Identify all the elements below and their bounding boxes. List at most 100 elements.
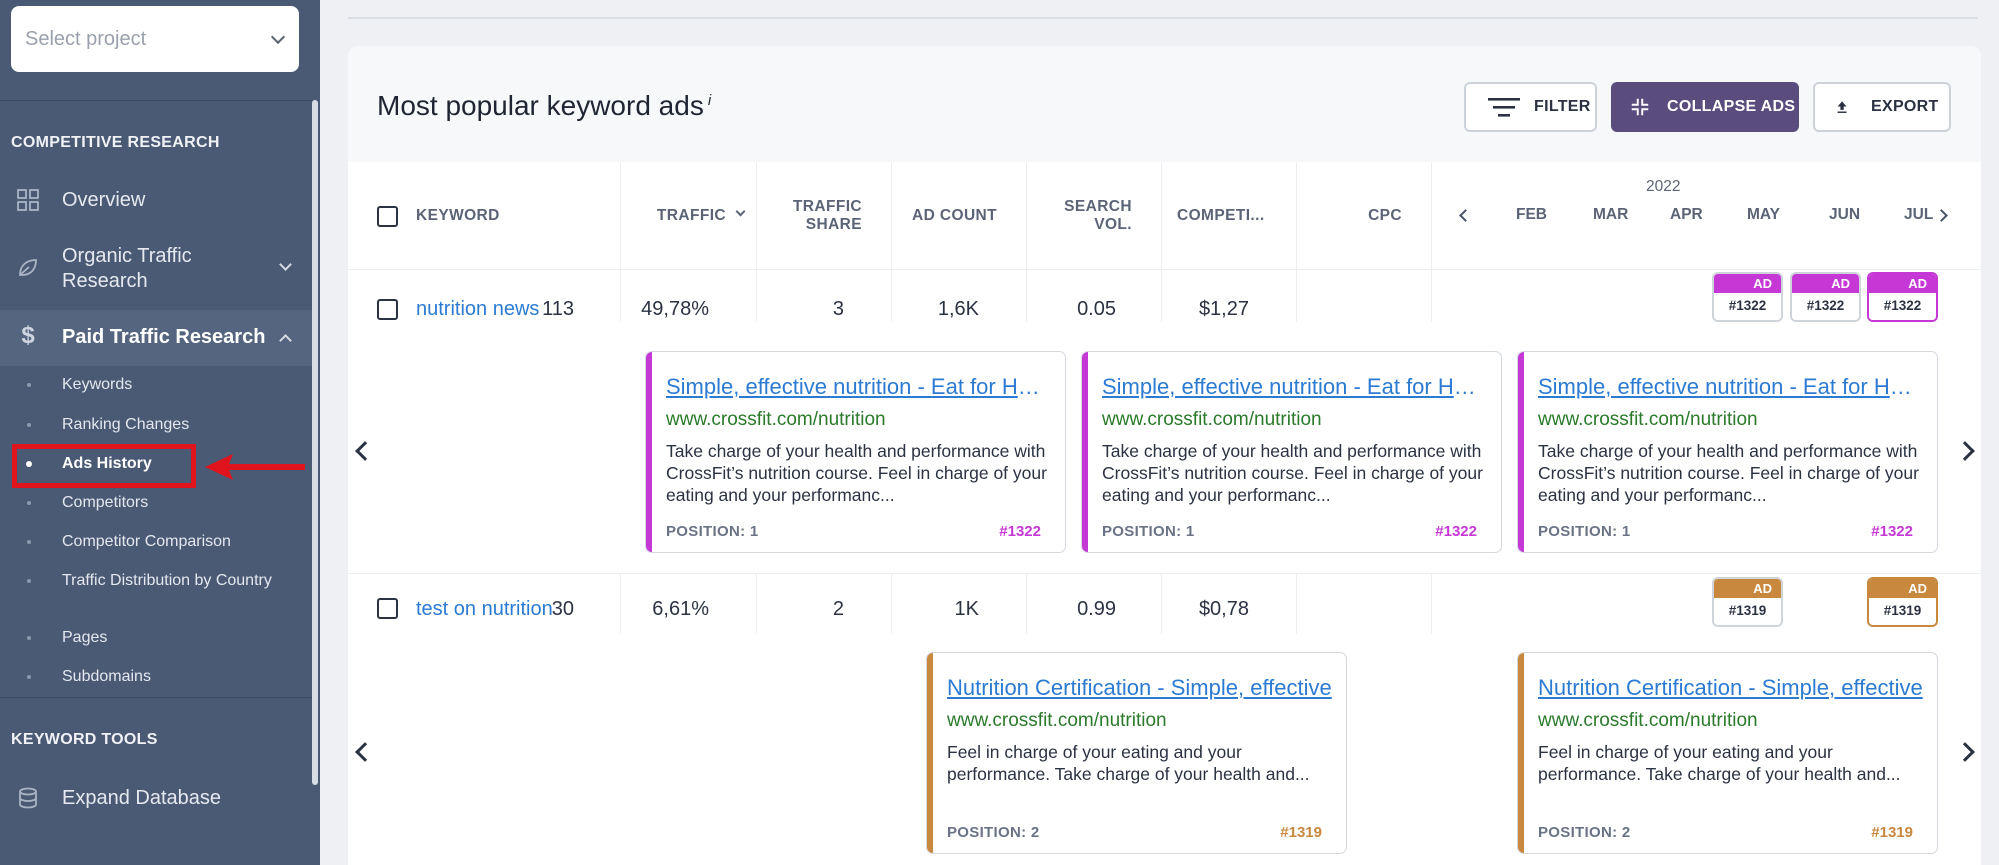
ad-badge-label: AD (1714, 579, 1781, 598)
divider (891, 270, 892, 322)
column-header-timeline (1431, 162, 1981, 270)
ad-card[interactable]: Simple, effective nutrition - Eat for He… (645, 351, 1066, 553)
ad-badge-label: AD (1869, 274, 1936, 293)
sidebar-subitem-label: Competitors (62, 494, 149, 511)
sidebar-item-expand-database[interactable]: Expand Database (0, 780, 312, 816)
sidebar-subitem-competitors[interactable]: Competitors (0, 493, 312, 513)
highlight-box (12, 444, 196, 488)
timeline-month: MAY (1747, 206, 1781, 223)
ad-position: POSITION: 1 (1538, 523, 1631, 540)
export-button[interactable]: EXPORT (1813, 82, 1951, 132)
info-icon[interactable]: i (708, 92, 711, 109)
column-header-cpc[interactable]: CPC (1296, 162, 1431, 270)
ad-title-link[interactable]: Simple, effective nutrition - Eat for He… (1538, 374, 1923, 400)
column-header-competition[interactable]: COMPETI... (1161, 162, 1296, 270)
column-header-traffic[interactable]: TRAFFIC (620, 162, 756, 270)
divider (1026, 574, 1027, 634)
sidebar-subitem-pages[interactable]: Pages (0, 628, 312, 648)
select-all-checkbox[interactable] (377, 206, 398, 227)
ad-title-link[interactable]: Nutrition Certification - Simple, effect… (1538, 675, 1923, 701)
sidebar-subitem-competitor-comparison[interactable]: Competitor Comparison (0, 532, 312, 552)
ad-badge-id: #1322 (1792, 293, 1859, 320)
database-icon (19, 787, 37, 809)
ad-card[interactable]: Nutrition Certification - Simple, effect… (926, 652, 1347, 854)
cpc-value: $1,27 (1198, 298, 1249, 320)
sidebar-item-paid-traffic[interactable]: $ Paid Traffic Research (0, 310, 312, 366)
sidebar-subitem-keywords[interactable]: Keywords (0, 375, 312, 395)
ad-title-link[interactable]: Nutrition Certification - Simple, effect… (947, 675, 1332, 701)
grid-icon (17, 189, 39, 211)
carousel-prev-icon[interactable] (355, 742, 375, 762)
ad-badge-label: AD (1714, 274, 1781, 293)
filter-icon (1488, 98, 1520, 117)
ad-id: #1319 (1280, 824, 1322, 841)
sidebar-item-label: Paid Traffic Research (62, 326, 266, 348)
ad-id: #1319 (1871, 824, 1913, 841)
keyword-link[interactable]: nutrition news (416, 298, 539, 321)
sidebar-scrollbar[interactable] (312, 100, 318, 785)
ad-description: Feel in charge of your eating and your p… (1538, 742, 1901, 784)
carousel-next-icon[interactable] (1955, 742, 1975, 762)
filter-button[interactable]: FILTER (1464, 82, 1597, 132)
page-title: Most popular keyword ads i (377, 90, 711, 122)
ad-card[interactable]: Simple, effective nutrition - Eat for He… (1517, 351, 1938, 553)
ad-badge-selected[interactable]: AD #1322 (1867, 272, 1938, 322)
sidebar-subitem-traffic-distribution[interactable]: Traffic Distribution by Country (0, 571, 312, 609)
divider (756, 270, 757, 322)
ad-badge-id: #1322 (1869, 293, 1936, 320)
bullet-icon (27, 423, 31, 427)
competition-value: 0.05 (1077, 298, 1116, 320)
chevron-down-icon (279, 258, 292, 271)
project-select[interactable]: Select project (11, 6, 299, 72)
ad-url: www.crossfit.com/nutrition (1538, 710, 1758, 731)
sidebar-item-overview[interactable]: Overview (0, 182, 312, 218)
dollar-icon: $ (21, 322, 35, 349)
ad-card-accent (1518, 352, 1524, 552)
ad-badge[interactable]: AD #1319 (1712, 577, 1783, 627)
column-header-keyword[interactable]: KEYWORD (416, 162, 616, 270)
ad-badge-selected[interactable]: AD #1319 (1867, 577, 1938, 627)
ad-card[interactable]: Nutrition Certification - Simple, effect… (1517, 652, 1938, 854)
arrow-left-icon (205, 454, 305, 480)
ad-card-accent (1518, 653, 1524, 853)
divider (1296, 574, 1297, 634)
sidebar-subitem-label: Keywords (62, 376, 133, 393)
ad-badge-id: #1319 (1869, 598, 1936, 625)
chevron-down-icon (270, 29, 286, 45)
ad-badge[interactable]: AD #1322 (1712, 272, 1783, 322)
traffic-share-value: 49,78% (641, 298, 709, 320)
timeline-month: MAR (1593, 206, 1629, 223)
sidebar-item-organic-traffic[interactable]: Organic Traffic Research (0, 240, 312, 296)
sidebar-subitem-ranking-changes[interactable]: Ranking Changes (0, 415, 312, 435)
sidebar-subitem-subdomains[interactable]: Subdomains (0, 667, 312, 687)
carousel-next-icon[interactable] (1955, 441, 1975, 461)
collapse-ads-button[interactable]: COLLAPSE ADS (1611, 82, 1799, 132)
keyword-link[interactable]: test on nutrition (416, 598, 553, 621)
carousel-prev-icon[interactable] (355, 441, 375, 461)
filter-button-label: FILTER (1534, 98, 1591, 115)
ad-count-value: 3 (832, 298, 844, 320)
bullet-icon (27, 383, 31, 387)
table-row[interactable]: test on nutrition 30 6,61% 2 1K 0.99 $0,… (348, 574, 1981, 644)
ad-badge-id: #1319 (1714, 598, 1781, 625)
column-header-ad-count[interactable]: AD COUNT (891, 162, 1026, 270)
ad-card-accent (927, 653, 933, 853)
row-checkbox[interactable] (377, 299, 398, 320)
table-row[interactable]: nutrition news 113 49,78% 3 1,6K 0.05 $1… (348, 270, 1981, 350)
bullet-icon (27, 675, 31, 679)
ad-title-link[interactable]: Simple, effective nutrition - Eat for He… (666, 374, 1051, 400)
column-header-label: COMPETI... (1177, 207, 1265, 224)
ad-badge[interactable]: AD #1322 (1790, 272, 1861, 322)
ad-badge-label: AD (1792, 274, 1859, 293)
column-header-search-vol[interactable]: SEARCH VOL. (1026, 162, 1161, 270)
sidebar-subitem-label: Ranking Changes (62, 416, 190, 433)
ad-card[interactable]: Simple, effective nutrition - Eat for He… (1081, 351, 1502, 553)
keyword-ads-panel: Most popular keyword ads i FILTER COLLAPS… (348, 46, 1981, 865)
divider (1161, 270, 1162, 322)
ad-position: POSITION: 1 (1102, 523, 1195, 540)
column-header-traffic-share[interactable]: TRAFFIC SHARE (756, 162, 891, 270)
ad-title-link[interactable]: Simple, effective nutrition - Eat for He… (1102, 374, 1487, 400)
row-checkbox[interactable] (377, 598, 398, 619)
timeline-month: APR (1670, 206, 1703, 223)
sidebar-subitem-label: Subdomains (62, 668, 151, 685)
